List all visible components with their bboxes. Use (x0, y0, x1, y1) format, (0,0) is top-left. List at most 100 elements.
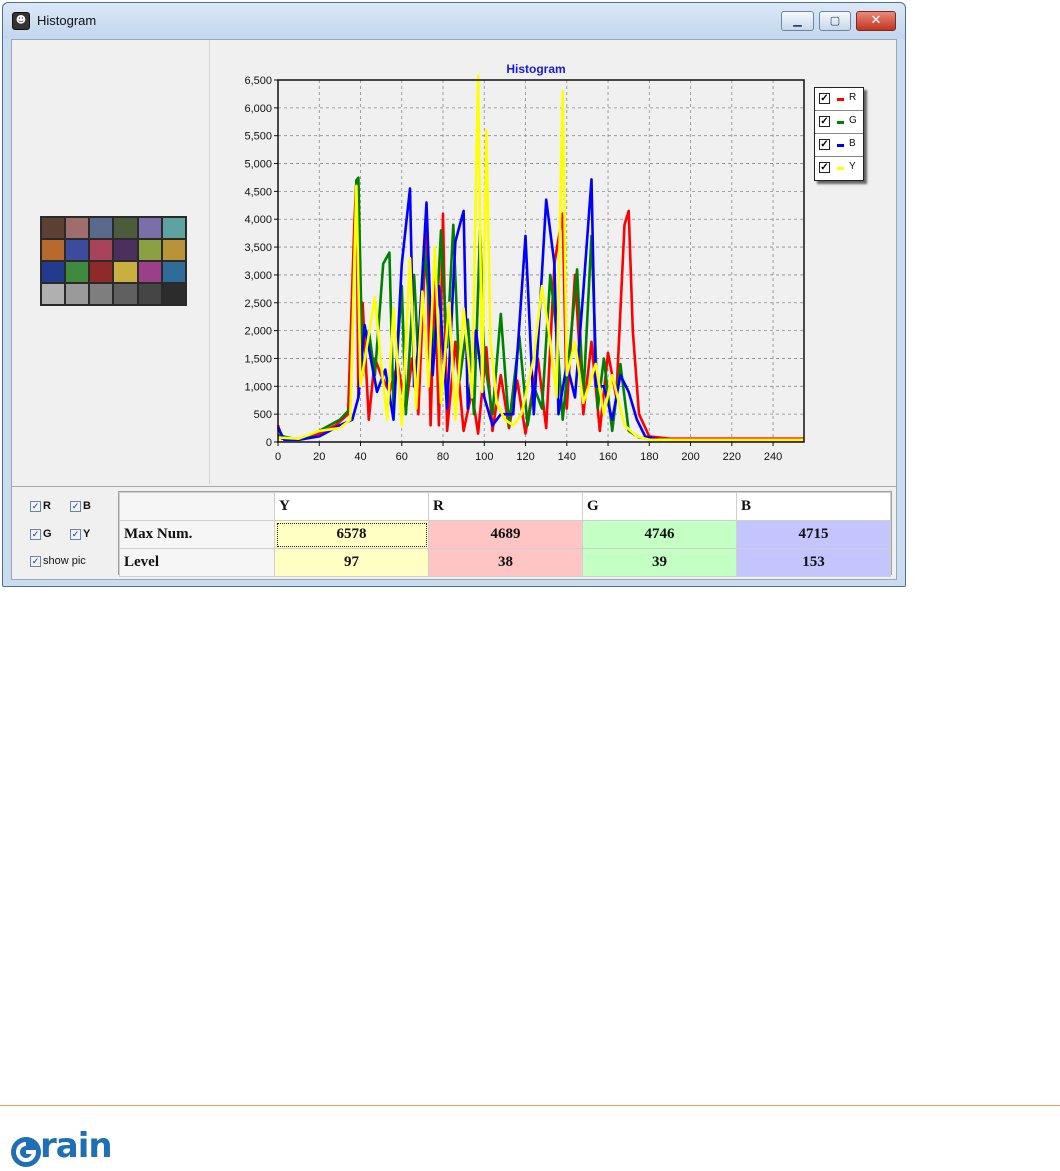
minimize-icon: ▁ (793, 14, 802, 27)
color-swatch (42, 218, 65, 238)
chart-title: Histogram (506, 62, 565, 76)
cell-level-r[interactable]: 38 (428, 548, 583, 577)
x-tick-label: 120 (516, 451, 534, 463)
checkbox-r[interactable]: ✓ R (30, 500, 51, 512)
checkbox-g[interactable]: ✓ G (30, 528, 52, 540)
window-title: Histogram (37, 13, 97, 28)
color-swatch (90, 284, 113, 304)
y-tick-label: 6,500 (244, 75, 272, 87)
grid-header-r[interactable]: R (428, 492, 583, 521)
color-swatch (162, 284, 185, 304)
check-icon[interactable]: ✓ (819, 116, 830, 127)
color-swatch (42, 262, 65, 282)
close-button[interactable]: ✕ (856, 11, 896, 31)
check-icon[interactable]: ✓ (819, 139, 830, 150)
legend-label: Y (849, 161, 856, 172)
row-label-level: Level (119, 548, 275, 577)
x-tick-label: 200 (681, 451, 699, 463)
cell-max-b[interactable]: 4715 (736, 520, 891, 549)
chart-svg: Histogram 0 500 1,000 1,500 2,000 2,500 3,000 3… (244, 62, 805, 463)
x-tick-label: 140 (558, 451, 576, 463)
maximize-icon: ▢ (829, 14, 841, 27)
grid-header-b[interactable]: B (736, 492, 891, 521)
color-swatch (114, 284, 137, 304)
table-row: Level 97 38 39 153 (119, 548, 891, 577)
cell-level-g[interactable]: 39 (582, 548, 737, 577)
y-tick-label: 0 (266, 437, 272, 449)
check-icon[interactable]: ✓ (819, 93, 830, 104)
check-icon[interactable]: ✓ (819, 162, 830, 173)
checkbox-y-label: Y (83, 528, 91, 541)
y-tick-label: 4,000 (244, 214, 272, 226)
color-swatch (138, 284, 161, 304)
cell-level-b[interactable]: 153 (736, 548, 891, 577)
color-swatch (66, 284, 89, 304)
color-swatch (114, 262, 137, 282)
cell-level-y[interactable]: 97 (274, 548, 429, 577)
app-icon[interactable]: ☻ (12, 12, 30, 30)
grid-header-g[interactable]: G (582, 492, 737, 521)
color-swatch (138, 240, 161, 260)
cell-max-y[interactable]: 6578 (274, 520, 429, 549)
checkbox-g-label: G (43, 528, 52, 541)
color-swatch (114, 218, 137, 238)
color-swatch (66, 262, 89, 282)
client-area: Histogram 0 500 1,000 1,500 2,000 2,500 3,000 3… (11, 39, 897, 580)
close-icon: ✕ (870, 13, 882, 28)
checkbox-b-label: B (83, 500, 91, 513)
legend-item-y[interactable]: ✓ Y (815, 157, 863, 180)
x-tick-label: 40 (354, 451, 366, 463)
stats-grid[interactable]: Y R G B Max Num. 6578 4689 4746 4715 Lev… (118, 491, 892, 577)
legend-swatch (837, 98, 844, 101)
x-tick-label: 160 (599, 451, 617, 463)
color-swatch (90, 218, 113, 238)
legend-swatch (837, 144, 844, 147)
x-tick-label: 240 (764, 451, 782, 463)
cell-max-g[interactable]: 4746 (582, 520, 737, 549)
legend-swatch (837, 121, 844, 124)
legend-label: R (849, 92, 857, 103)
x-tick-label: 60 (396, 451, 408, 463)
table-row: Max Num. 6578 4689 4746 4715 (119, 520, 891, 549)
check-icon: ✓ (30, 555, 41, 567)
title-bar[interactable]: ☻ Histogram ▁ ▢ ✕ (3, 3, 905, 39)
grid-header-y[interactable]: Y (274, 492, 429, 521)
cell-max-r[interactable]: 4689 (428, 520, 583, 549)
color-swatch (162, 240, 185, 260)
color-swatch (138, 218, 161, 238)
color-swatch (42, 240, 65, 260)
color-swatch (162, 218, 185, 238)
color-swatch (162, 262, 185, 282)
y-tick-label: 2,000 (244, 326, 272, 338)
histogram-chart: Histogram 0 500 1,000 1,500 2,000 2,500 3,000 3… (210, 40, 896, 484)
legend-item-r[interactable]: ✓ R (815, 88, 863, 111)
color-checker-thumbnail (40, 216, 187, 306)
legend-item-b[interactable]: ✓ B (815, 134, 863, 157)
x-tick-label: 180 (640, 451, 658, 463)
grid-header-row: Y R G B (119, 492, 891, 521)
x-tick-label: 0 (275, 451, 281, 463)
stats-panel: ✓ R ✓ B ✓ G ✓ Y ✓ show pic Y R G B Max Num. (12, 486, 896, 580)
grid-header-corner (119, 492, 275, 521)
check-icon: ✓ (30, 528, 41, 540)
y-tick-label: 1,500 (244, 353, 272, 365)
x-tick-label: 220 (723, 451, 741, 463)
checkbox-b[interactable]: ✓ B (70, 500, 91, 512)
color-swatch (66, 240, 89, 260)
x-tick-label: 80 (437, 451, 449, 463)
checkbox-show-pic[interactable]: ✓ show pic (30, 555, 86, 567)
row-label-max-num: Max Num. (119, 520, 275, 549)
legend-item-g[interactable]: ✓ G (815, 111, 863, 134)
checkbox-r-label: R (43, 500, 51, 513)
x-tick-label: 20 (313, 451, 325, 463)
color-swatch (114, 240, 137, 260)
color-swatch (90, 240, 113, 260)
maximize-button[interactable]: ▢ (819, 11, 851, 31)
y-tick-label: 5,000 (244, 159, 272, 171)
y-tick-label: 6,000 (244, 103, 272, 115)
histogram-window: ☻ Histogram ▁ ▢ ✕ Histogram 0 500 1,000 1,5… (2, 2, 906, 587)
minimize-button[interactable]: ▁ (781, 11, 814, 31)
checkbox-y[interactable]: ✓ Y (70, 528, 90, 540)
legend-swatch (837, 167, 844, 170)
footer-divider (0, 1105, 1060, 1106)
